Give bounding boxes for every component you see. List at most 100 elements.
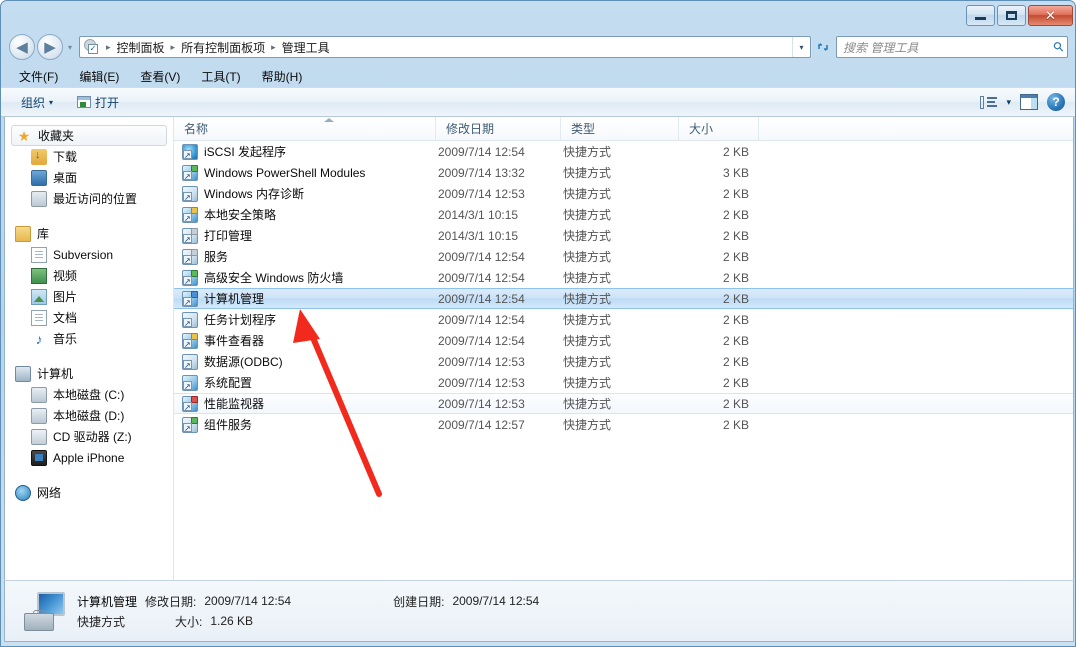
cell-name: ↗系统配置 xyxy=(174,374,436,391)
shortcut-icon: ↗ xyxy=(182,354,198,370)
shortcut-arrow-icon: ↗ xyxy=(184,383,191,390)
breadcrumb-separator: ▸ xyxy=(102,42,115,53)
shortcut-arrow-icon: ↗ xyxy=(184,404,191,411)
cell-name: ↗计算机管理 xyxy=(174,290,436,307)
sidebar-group-computer[interactable]: 计算机 xyxy=(5,363,173,384)
sidebar-group-network[interactable]: 网络 xyxy=(5,482,173,503)
table-row[interactable]: ↗高级安全 Windows 防火墙2009/7/14 12:54快捷方式2 KB xyxy=(174,267,1073,288)
table-row[interactable]: ↗服务2009/7/14 12:54快捷方式2 KB xyxy=(174,246,1073,267)
cell-type: 快捷方式 xyxy=(561,185,679,202)
file-name-label: 任务计划程序 xyxy=(204,311,276,328)
shortcut-arrow-icon: ↗ xyxy=(184,278,191,285)
organize-button[interactable]: 组织 ▾ xyxy=(21,94,53,111)
menu-item-file[interactable]: 文件(F) xyxy=(15,67,62,86)
change-view-icon[interactable] xyxy=(980,95,997,110)
shortcut-icon: ↗ xyxy=(182,291,198,307)
computer-icon xyxy=(15,366,31,382)
open-button[interactable]: 打开 xyxy=(77,94,119,111)
column-label: 修改日期 xyxy=(446,120,494,137)
menu-item-view[interactable]: 查看(V) xyxy=(136,67,184,86)
history-dropdown-button[interactable]: ▾ xyxy=(63,34,77,60)
table-row[interactable]: ↗计算机管理2009/7/14 12:54快捷方式2 KB xyxy=(174,288,1073,309)
shortcut-icon: ↗ xyxy=(182,165,198,181)
help-icon[interactable]: ? xyxy=(1047,93,1065,111)
shortcut-arrow-icon: ↗ xyxy=(184,173,191,180)
sidebar-item-apple-iphone[interactable]: Apple iPhone xyxy=(5,447,173,468)
close-button[interactable]: ✕ xyxy=(1028,5,1073,26)
pictures-icon xyxy=(31,289,47,305)
forward-button[interactable]: ▶ xyxy=(37,34,63,60)
file-name-label: 组件服务 xyxy=(204,416,252,433)
file-list-pane[interactable]: 名称 修改日期 类型 大小 ↗iSCSI 发起程序2009/7/14 12:54… xyxy=(174,117,1073,580)
library-icon xyxy=(15,226,31,242)
table-row[interactable]: ↗本地安全策略2014/3/1 10:15快捷方式2 KB xyxy=(174,204,1073,225)
shortcut-icon: ↗ xyxy=(182,375,198,391)
sidebar-item-recent-places[interactable]: 最近访问的位置 xyxy=(5,188,173,209)
table-row[interactable]: ↗性能监视器2009/7/14 12:53快捷方式2 KB xyxy=(174,393,1073,414)
open-label: 打开 xyxy=(95,94,119,111)
table-row[interactable]: ↗系统配置2009/7/14 12:53快捷方式2 KB xyxy=(174,372,1073,393)
table-row[interactable]: ↗任务计划程序2009/7/14 12:54快捷方式2 KB xyxy=(174,309,1073,330)
breadcrumb-item-admin-tools[interactable]: 管理工具 xyxy=(280,39,332,56)
column-header-size[interactable]: 大小 xyxy=(679,117,759,141)
preview-pane-toggle-icon[interactable] xyxy=(1020,94,1038,110)
cell-date: 2009/7/14 13:32 xyxy=(436,166,561,180)
toolbar-right-group: ▾ ? xyxy=(980,93,1065,111)
navigation-pane[interactable]: ★ 收藏夹 下载 桌面 最近访问的位置 库 Subver xyxy=(5,117,174,580)
menu-item-edit[interactable]: 编辑(E) xyxy=(75,67,123,86)
menu-item-tools[interactable]: 工具(T) xyxy=(197,67,244,86)
breadcrumb-item-control-panel[interactable]: 控制面板 xyxy=(115,39,167,56)
search-input[interactable]: 搜索 管理工具 ⚲ xyxy=(836,36,1068,58)
table-row[interactable]: ↗打印管理2014/3/1 10:15快捷方式2 KB xyxy=(174,225,1073,246)
hard-drive-icon xyxy=(31,408,47,424)
sidebar-item-subversion[interactable]: Subversion xyxy=(5,244,173,265)
cell-size: 2 KB xyxy=(679,208,759,222)
sidebar-item-videos[interactable]: 视频 xyxy=(5,265,173,286)
sidebar-group-favorites[interactable]: ★ 收藏夹 xyxy=(11,125,167,146)
menu-item-help[interactable]: 帮助(H) xyxy=(258,67,307,86)
sidebar-item-drive-d[interactable]: 本地磁盘 (D:) xyxy=(5,405,173,426)
sidebar-label: 最近访问的位置 xyxy=(53,190,137,207)
back-button[interactable]: ◀ xyxy=(9,34,35,60)
cell-type: 快捷方式 xyxy=(561,290,679,307)
column-header-name[interactable]: 名称 xyxy=(174,117,436,141)
sidebar-item-music[interactable]: ♪ 音乐 xyxy=(5,328,173,349)
sidebar-item-pictures[interactable]: 图片 xyxy=(5,286,173,307)
sidebar-item-desktop[interactable]: 桌面 xyxy=(5,167,173,188)
minimize-button[interactable] xyxy=(966,5,995,26)
cell-name: ↗性能监视器 xyxy=(174,395,436,412)
cell-type: 快捷方式 xyxy=(561,332,679,349)
breadcrumb-item-all-items[interactable]: 所有控制面板项 xyxy=(179,39,267,56)
downloads-icon xyxy=(31,149,47,165)
view-dropdown-caret-icon[interactable]: ▾ xyxy=(1006,97,1011,108)
table-row[interactable]: ↗Windows 内存诊断2009/7/14 12:53快捷方式2 KB xyxy=(174,183,1073,204)
shortcut-arrow-icon: ↗ xyxy=(184,236,191,243)
sidebar-label: 视频 xyxy=(53,267,77,284)
sidebar-item-documents[interactable]: 文档 xyxy=(5,307,173,328)
maximize-button[interactable] xyxy=(997,5,1026,26)
explorer-body: ★ 收藏夹 下载 桌面 最近访问的位置 库 Subver xyxy=(4,117,1074,580)
sidebar-item-cd-drive[interactable]: CD 驱动器 (Z:) xyxy=(5,426,173,447)
column-header-date[interactable]: 修改日期 xyxy=(436,117,561,141)
cell-name: ↗本地安全策略 xyxy=(174,206,436,223)
cell-size: 2 KB xyxy=(679,313,759,327)
sidebar-group-libraries[interactable]: 库 xyxy=(5,223,173,244)
menu-bar: 文件(F) 编辑(E) 查看(V) 工具(T) 帮助(H) xyxy=(1,65,1076,87)
details-line-2: 快捷方式 大小: 1.26 KB xyxy=(77,613,539,630)
address-bar[interactable]: ✓ ▸ 控制面板 ▸ 所有控制面板项 ▸ 管理工具 ▾ xyxy=(79,36,811,58)
video-icon xyxy=(31,268,47,284)
table-row[interactable]: ↗Windows PowerShell Modules2009/7/14 13:… xyxy=(174,162,1073,183)
table-row[interactable]: ↗事件查看器2009/7/14 12:54快捷方式2 KB xyxy=(174,330,1073,351)
title-bar: ✕ xyxy=(1,1,1076,31)
address-dropdown-button[interactable]: ▾ xyxy=(792,37,810,57)
sidebar-label: 文档 xyxy=(53,309,77,326)
table-row[interactable]: ↗数据源(ODBC)2009/7/14 12:53快捷方式2 KB xyxy=(174,351,1073,372)
column-header-type[interactable]: 类型 xyxy=(561,117,679,141)
shortcut-icon: ↗ xyxy=(182,144,198,160)
refresh-button[interactable] xyxy=(811,37,833,57)
sidebar-item-drive-c[interactable]: 本地磁盘 (C:) xyxy=(5,384,173,405)
sidebar-item-downloads[interactable]: 下载 xyxy=(5,146,173,167)
table-row[interactable]: ↗组件服务2009/7/14 12:57快捷方式2 KB xyxy=(174,414,1073,435)
address-bar-row: ◀ ▶ ▾ ✓ ▸ 控制面板 ▸ 所有控制面板项 ▸ 管理工具 ▾ xyxy=(1,31,1076,63)
table-row[interactable]: ↗iSCSI 发起程序2009/7/14 12:54快捷方式2 KB xyxy=(174,141,1073,162)
